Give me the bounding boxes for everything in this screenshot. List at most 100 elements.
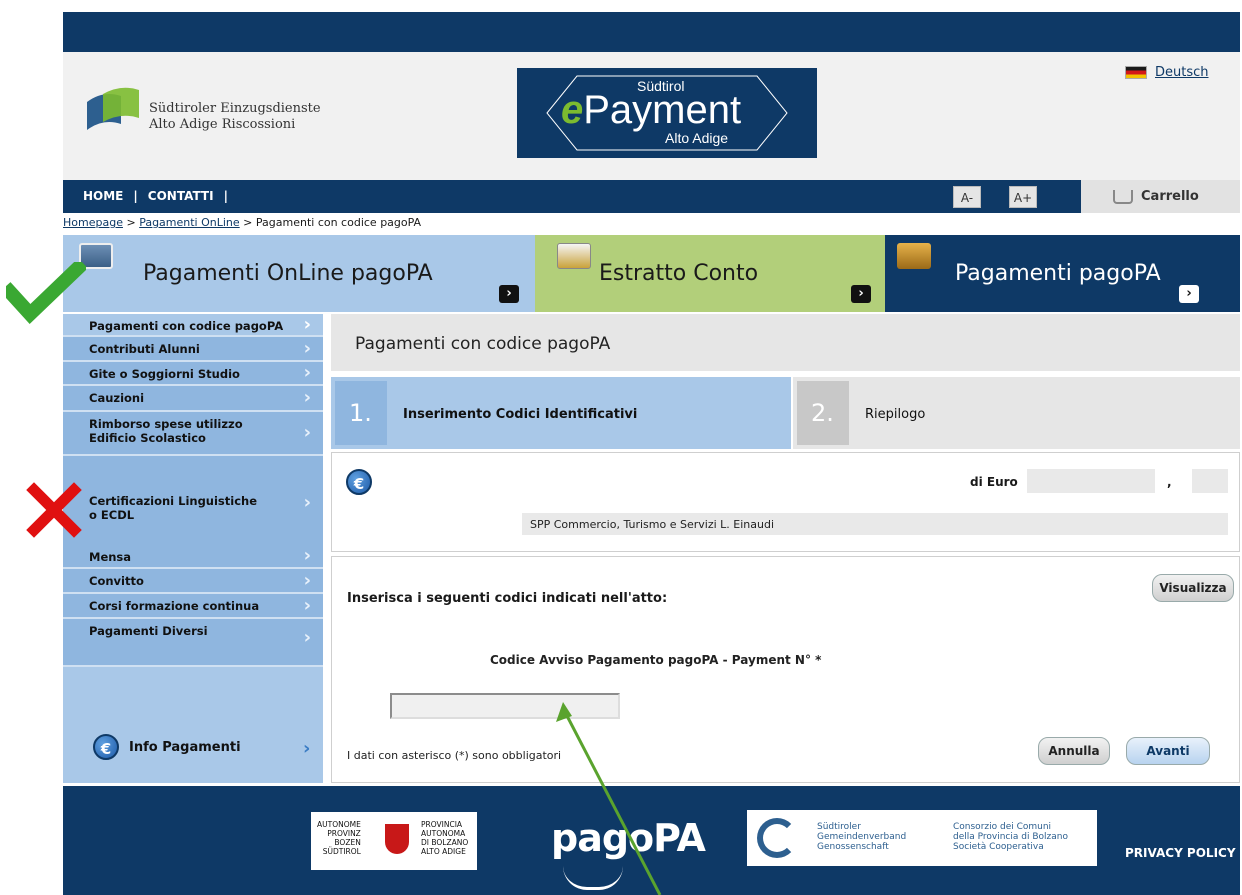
province-logo: AUTONOME PROVINZ BOZEN SÜDTIROL PROVINCI… (311, 812, 477, 870)
chevron-right-icon: › (303, 594, 311, 616)
header: Südtiroler Einzugsdienste Alto Adige Ris… (63, 52, 1240, 180)
province-left-line: AUTONOME (317, 820, 361, 829)
code-form: Inserisca i seguenti codici indicati nel… (331, 556, 1240, 783)
sidebar-item-certificazioni[interactable]: Certificazioni Linguistiche o ECDL › (63, 456, 323, 551)
chevron-right-icon: › (1179, 285, 1199, 303)
nav-links: HOME | CONTATTI | (83, 189, 228, 203)
page: Südtiroler Einzugsdienste Alto Adige Ris… (63, 12, 1240, 895)
sidebar-item-label: Mensa (89, 550, 132, 564)
breadcrumb-separator: > (126, 216, 136, 229)
code-label: Codice Avviso Pagamento pagoPA - Payment… (490, 653, 822, 667)
tab-estratto-conto[interactable]: Estratto Conto › (535, 235, 885, 312)
step-number: 2. (797, 381, 849, 445)
tab-pagamenti-pagopa[interactable]: Pagamenti pagoPA › (885, 235, 1240, 312)
sidebar-item-mensa[interactable]: Mensa › (63, 545, 323, 569)
sidebar-item-label: Convitto (89, 574, 144, 588)
epayment-e: e (561, 88, 584, 132)
payment-code-input[interactable] (390, 693, 620, 719)
step-1: 1. Inserimento Codici Identificativi (331, 377, 791, 449)
step-label: Inserimento Codici Identificativi (403, 407, 638, 422)
main-title-bar: Pagamenti con codice pagoPA (331, 314, 1240, 371)
step-number: 1. (335, 381, 387, 445)
sidebar-item-label: Pagamenti con codice pagoPA (89, 319, 284, 333)
tab-label: Estratto Conto (599, 261, 759, 286)
tab-pagamenti-online[interactable]: Pagamenti OnLine pagoPA › (63, 235, 535, 312)
tab-label: Pagamenti OnLine pagoPA (143, 261, 433, 286)
consorzio-left-line: Gemeindenverband (817, 832, 907, 842)
consorzio-left-line: Genossenschaft (817, 842, 889, 852)
org-name-line1: Südtiroler Einzugsdienste (149, 101, 321, 116)
breadcrumb: Homepage > Pagamenti OnLine > Pagamenti … (63, 216, 421, 229)
sidebar-item-label: Certificazioni Linguistiche o ECDL (89, 494, 258, 522)
chevron-right-icon: › (303, 387, 311, 408)
nav-separator: | (223, 189, 228, 203)
sidebar-item-gite[interactable]: Gite o Soggiorni Studio › (63, 362, 323, 386)
chevron-right-icon: › (303, 738, 311, 759)
sidebar-item-codice-pagopa[interactable]: Pagamenti con codice pagoPA › (63, 314, 323, 337)
sidebar-item-contributi-alunni[interactable]: Contributi Alunni › (63, 337, 323, 362)
nav-home[interactable]: HOME (83, 189, 123, 203)
sidebar-item-label: Rimborso spese utilizzo Edificio Scolast… (89, 417, 243, 445)
chevron-right-icon: › (851, 285, 871, 303)
sidebar-item-convitto[interactable]: Convitto › (63, 569, 323, 594)
pagopa-swoosh-icon (563, 866, 623, 890)
amount-panel: € di Euro , SPP Commercio, Turismo e Ser… (331, 452, 1240, 552)
org-name: Südtiroler Einzugsdienste Alto Adige Ris… (149, 101, 321, 133)
consorzio-left-line: Südtiroler (817, 822, 861, 832)
next-button[interactable]: Avanti (1126, 737, 1210, 765)
sidebar-item-label: Gite o Soggiorni Studio (89, 367, 240, 381)
info-pagamenti-label: Info Pagamenti (129, 739, 241, 755)
cart-icon (1113, 189, 1133, 204)
nav-contatti[interactable]: CONTATTI (148, 189, 214, 203)
visualizza-button[interactable]: Visualizza (1152, 574, 1234, 602)
required-note: I dati con asterisco (*) sono obbligator… (347, 749, 562, 762)
german-flag-icon (1125, 66, 1147, 79)
top-bar (63, 12, 1240, 52)
chevron-right-icon: › (303, 627, 311, 648)
cancel-button[interactable]: Annulla (1038, 737, 1110, 765)
red-x-icon (26, 482, 82, 538)
amount-comma: , (1167, 475, 1172, 489)
chevron-right-icon: › (303, 569, 311, 591)
amount-integer-field (1027, 469, 1155, 493)
chevron-right-icon: › (303, 362, 311, 383)
consorzio-right-line: Società Cooperativa (953, 842, 1044, 852)
breadcrumb-homepage[interactable]: Homepage (63, 216, 123, 229)
breadcrumb-pagamenti-online[interactable]: Pagamenti OnLine (139, 216, 239, 229)
step-label: Riepilogo (865, 407, 926, 422)
province-right-line: DI BOLZANO (421, 838, 469, 847)
section-tabs: Pagamenti OnLine pagoPA › Estratto Conto… (63, 235, 1240, 312)
cart-button[interactable]: Carrello (1081, 180, 1240, 213)
org-logo-icon (87, 87, 139, 130)
chevron-right-icon: › (303, 337, 311, 359)
pagopa-logo: pagoPA (551, 816, 706, 860)
font-larger-button[interactable]: A+ (1009, 186, 1037, 208)
sidebar-item-label: Cauzioni (89, 391, 145, 405)
privacy-policy-link[interactable]: PRIVACY POLICY (1125, 846, 1236, 860)
epayment-bottom-text: Alto Adige (665, 130, 729, 146)
province-right-line: AUTONOMA (421, 829, 466, 838)
breadcrumb-current: Pagamenti con codice pagoPA (255, 216, 422, 229)
sidebar-item-pagamenti-diversi[interactable]: Pagamenti Diversi › (63, 619, 323, 667)
chevron-right-icon: › (303, 422, 311, 443)
sidebar: Pagamenti con codice pagoPA › Contributi… (63, 314, 323, 783)
consorzio-right-line: della Provincia di Bolzano (953, 832, 1068, 842)
chevron-right-icon: › (303, 545, 311, 566)
green-check-icon (6, 262, 86, 325)
province-right-line: ALTO ADIGE (421, 847, 466, 856)
epayment-logo: Südtirol ePayment Alto Adige (517, 68, 817, 158)
sidebar-item-cauzioni[interactable]: Cauzioni › (63, 386, 323, 412)
font-smaller-button[interactable]: A- (953, 186, 981, 208)
amount-decimal-field (1192, 469, 1228, 493)
eagle-crest-icon (385, 824, 409, 854)
org-name-line2: Alto Adige Riscossioni (149, 117, 296, 132)
sidebar-item-rimborso[interactable]: Rimborso spese utilizzo Edificio Scolast… (63, 412, 323, 456)
sidebar-item-corsi[interactable]: Corsi formazione continua › (63, 594, 323, 619)
language-switch[interactable]: Deutsch (1125, 65, 1209, 80)
nav-separator: | (133, 189, 138, 203)
language-link[interactable]: Deutsch (1155, 65, 1209, 80)
province-right-text: PROVINCIA AUTONOMA DI BOLZANO ALTO ADIGE (421, 820, 468, 856)
wallet-icon (897, 243, 931, 269)
info-pagamenti-link[interactable]: € Info Pagamenti › (93, 734, 310, 760)
province-left-line: PROVINZ (327, 829, 361, 838)
